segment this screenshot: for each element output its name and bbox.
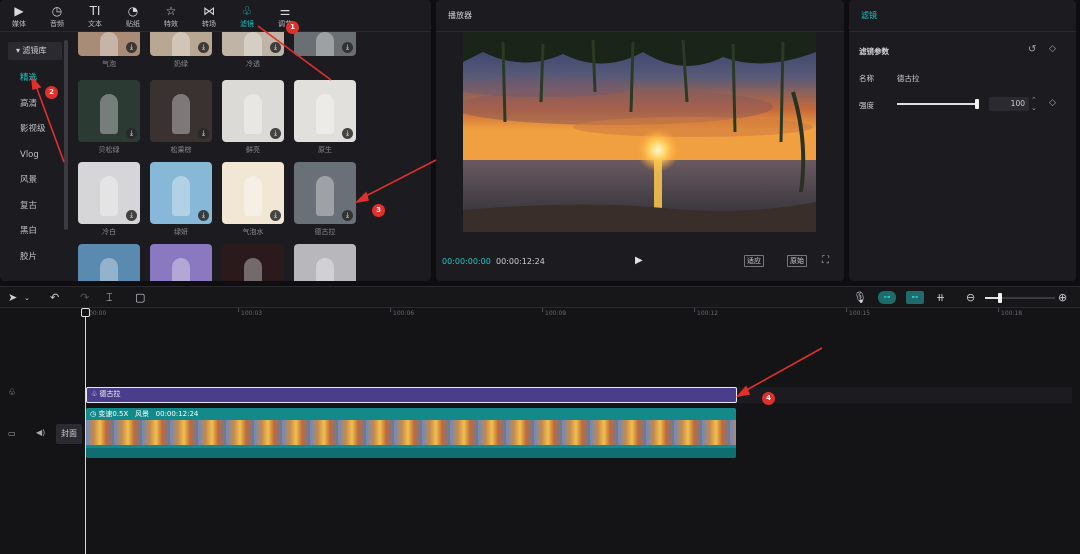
annotation-marker-1: 1 xyxy=(286,21,299,34)
annotation-overlay xyxy=(30,25,823,398)
annotation-marker-2: 2 xyxy=(45,86,58,99)
annotation-marker-3: 3 xyxy=(372,204,385,217)
annotation-marker-4: 4 xyxy=(762,392,775,405)
